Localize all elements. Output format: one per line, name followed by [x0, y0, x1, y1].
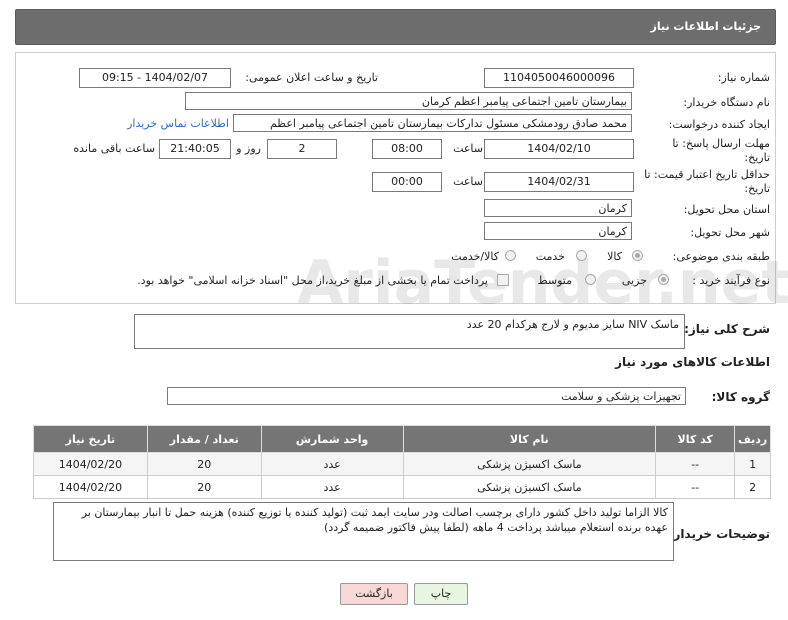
requester-field[interactable]: محمد صادق رودمشکی مسئول تدارکات بیمارستا…: [233, 114, 632, 132]
goods-table: ردیف کد کالا نام کالا واحد شمارش تعداد /…: [33, 425, 771, 499]
process-option-medium: متوسط: [537, 274, 572, 287]
cell-date: 1404/02/20: [33, 475, 148, 499]
days-remaining-field[interactable]: 2: [267, 139, 337, 159]
goods-group-label: گروه کالا:: [711, 390, 770, 404]
deadline-time-field[interactable]: 08:00: [372, 139, 442, 159]
cell-unit: عدد: [260, 452, 404, 476]
validity-time-field[interactable]: 00:00: [372, 172, 442, 192]
city-label: شهر محل تحویل:: [690, 226, 770, 239]
process-label: نوع فرآیند خرید :: [692, 274, 770, 287]
city-field[interactable]: کرمان: [484, 222, 632, 240]
province-field[interactable]: کرمان: [484, 199, 632, 217]
category-option-service: خدمت: [535, 250, 565, 263]
category-option-both: کالا/خدمت: [451, 250, 499, 263]
treasury-payment-note: پرداخت تمام یا بخشی از مبلغ خرید،از محل …: [137, 274, 488, 287]
remaining-time-label: ساعت باقی مانده: [73, 142, 155, 155]
validity-label: حداقل تاریخ اعتبار قیمت: تا تاریخ:: [644, 168, 770, 195]
col-code: کد کالا: [655, 425, 736, 453]
goods-group-field[interactable]: تجهیزات پزشکی و سلامت: [167, 387, 686, 405]
process-radio-minor[interactable]: [658, 274, 669, 285]
cell-row: 1: [734, 452, 771, 476]
validity-time-label: ساعت: [453, 175, 483, 188]
announce-datetime-field[interactable]: 1404/02/07 - 09:15: [79, 68, 231, 88]
process-option-minor: جزیی: [621, 274, 647, 287]
deadline-label: مهلت ارسال پاسخ: تا تاریخ:: [672, 137, 770, 164]
buyer-contact-link[interactable]: اطلاعات تماس خریدار: [127, 117, 229, 130]
buyer-org-label: نام دستگاه خریدار:: [683, 96, 770, 109]
col-name: نام کالا: [402, 425, 657, 453]
table-row[interactable]: 1 -- ماسک اکسیژن پزشکی عدد 20 1404/02/20: [33, 452, 771, 476]
summary-field[interactable]: ماسک NIV سایز مدیوم و لارج هرکدام 20 عدد: [134, 314, 685, 349]
panel-header: جزئیات اطلاعات نیاز: [15, 9, 776, 45]
need-number-label: شماره نیاز:: [717, 71, 770, 84]
print-button[interactable]: چاپ: [414, 583, 468, 605]
deadline-time-label: ساعت: [453, 142, 483, 155]
buyer-notes-label: توضیحات خریدار:: [668, 527, 770, 541]
col-row: ردیف: [734, 425, 771, 453]
validity-date-field[interactable]: 1404/02/31: [484, 172, 634, 192]
back-button[interactable]: بازگشت: [340, 583, 408, 605]
remaining-time-field[interactable]: 21:40:05: [159, 139, 231, 159]
category-option-goods: کالا: [607, 250, 622, 263]
col-unit: واحد شمارش: [260, 425, 404, 453]
deadline-date-field[interactable]: 1404/02/10: [484, 139, 634, 159]
days-label: روز و: [236, 142, 261, 155]
buyer-org-field[interactable]: بیمارستان تامین اجتماعی پیامبر اعظم کرما…: [185, 92, 632, 110]
cell-code: --: [655, 452, 736, 476]
table-header-row: ردیف کد کالا نام کالا واحد شمارش تعداد /…: [33, 425, 771, 453]
buyer-notes-field[interactable]: کالا الزاما تولید داخل کشور دارای برچسب …: [53, 502, 674, 561]
cell-qty: 20: [146, 475, 262, 499]
table-row[interactable]: 2 -- ماسک اکسیژن پزشکی عدد 20 1404/02/20: [33, 475, 771, 499]
page-title: جزئیات اطلاعات نیاز: [650, 20, 762, 33]
cell-row: 2: [734, 475, 771, 499]
province-label: استان محل تحویل:: [683, 203, 770, 216]
announce-label: تاریخ و ساعت اعلان عمومی:: [245, 71, 378, 84]
process-radio-medium[interactable]: [585, 274, 596, 285]
category-radio-both[interactable]: [505, 250, 516, 261]
col-date: تاریخ نیاز: [33, 425, 148, 453]
cell-date: 1404/02/20: [33, 452, 148, 476]
cell-name: ماسک اکسیژن پزشکی: [402, 452, 657, 476]
category-label: طبقه بندی موضوعی:: [672, 250, 770, 263]
requester-label: ایجاد کننده درخواست:: [668, 118, 770, 131]
cell-qty: 20: [146, 452, 262, 476]
category-radio-goods[interactable]: [632, 250, 643, 261]
cell-code: --: [655, 475, 736, 499]
category-radio-service[interactable]: [576, 250, 587, 261]
goods-section-title: اطلاعات کالاهای مورد نیاز: [615, 355, 770, 369]
need-number-field[interactable]: 1104050046000096: [484, 68, 634, 88]
treasury-payment-checkbox[interactable]: [497, 274, 509, 286]
cell-name: ماسک اکسیژن پزشکی: [402, 475, 657, 499]
cell-unit: عدد: [260, 475, 404, 499]
summary-label: شرح کلی نیاز:: [684, 322, 770, 336]
col-qty: تعداد / مقدار: [146, 425, 262, 453]
